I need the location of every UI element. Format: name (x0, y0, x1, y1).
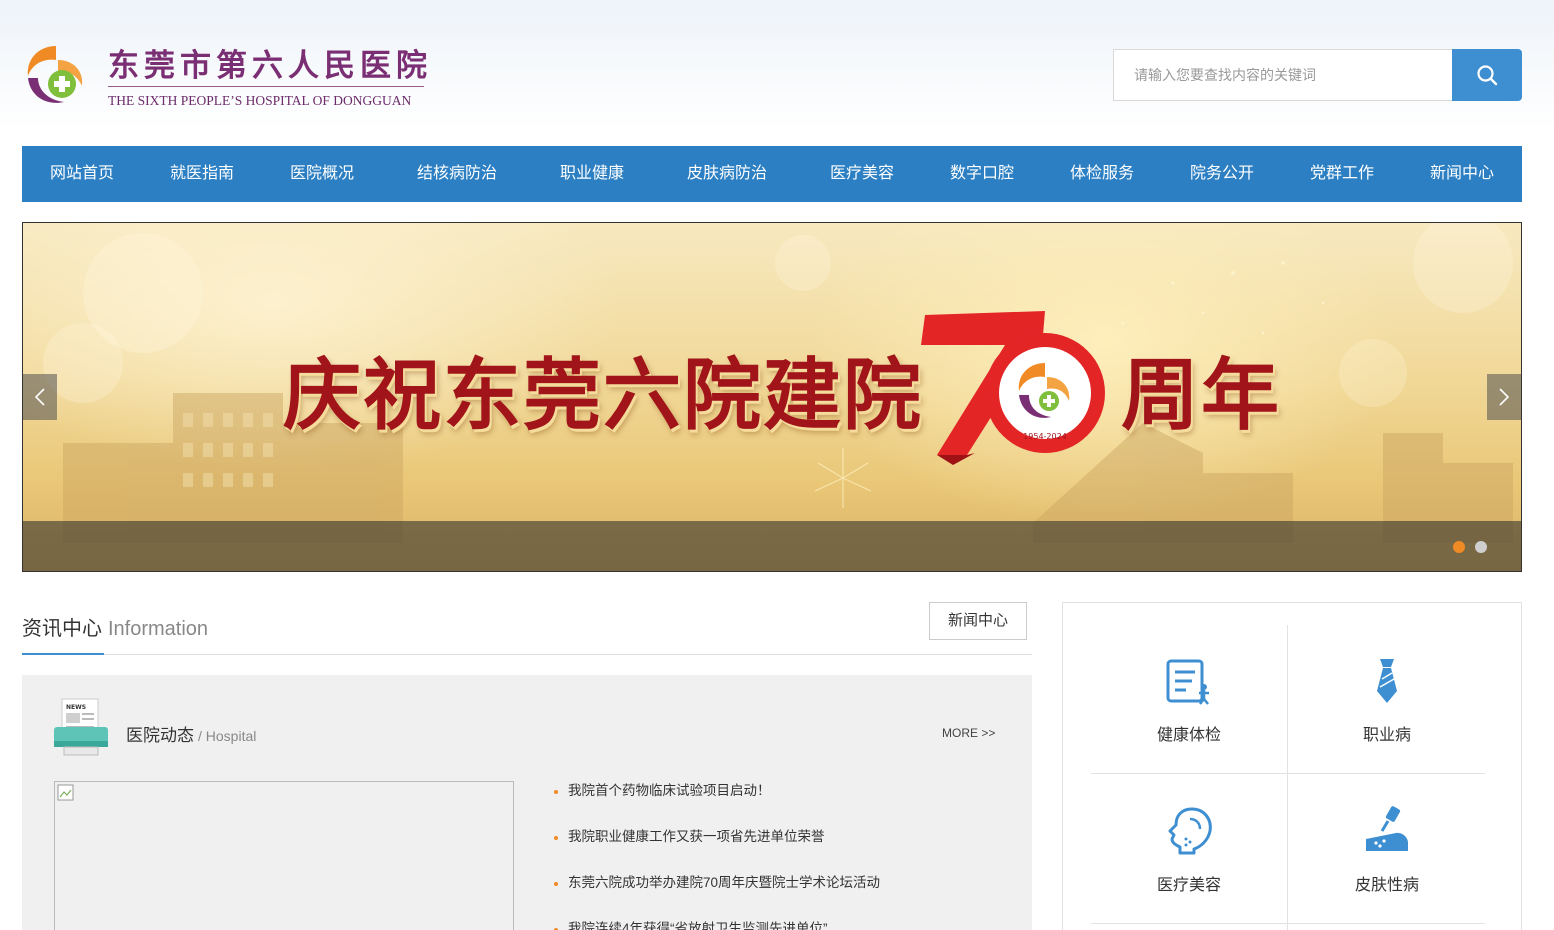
banner-headline: 庆祝东莞六院建院 (283, 351, 924, 441)
broken-image-icon (57, 784, 74, 801)
banner-headline-suffix: 周年 (1121, 351, 1282, 441)
news-more-link[interactable]: MORE >> (942, 726, 995, 740)
svg-text:NEWS: NEWS (66, 704, 86, 711)
necktie-icon (1377, 659, 1397, 703)
news-category-title: 医院动态 / Hospital (126, 721, 256, 746)
nav-item-dermatology[interactable]: 皮肤病防治 (652, 146, 802, 202)
service-label: 职业病 (1362, 727, 1411, 744)
nav-item-occupational-health[interactable]: 职业健康 (532, 146, 652, 202)
nav-item-tuberculosis[interactable]: 结核病防治 (382, 146, 532, 202)
section-title-cn: 资讯中心 (22, 618, 102, 640)
logo-title-cn: 东莞市第六人民医院 (108, 48, 432, 84)
banner-carousel[interactable]: 庆祝东莞六院建院 1954-2024 周年 (22, 222, 1522, 572)
service-label: 健康体检 (1156, 727, 1221, 744)
emblem-years: 1954-2024 (1023, 432, 1067, 441)
carousel-prev-button[interactable] (23, 374, 57, 420)
nav-item-home[interactable]: 网站首页 (22, 146, 142, 202)
news-list-item[interactable]: 我院职业健康工作又获一项省先进单位荣誉 (554, 827, 1014, 873)
carousel-pagination (1453, 541, 1487, 553)
news-list-item[interactable]: 我院首个药物临床试验项目启动！ (554, 781, 1014, 827)
banner-caption-bar (23, 521, 1521, 571)
nav-item-guide[interactable]: 就医指南 (142, 146, 262, 202)
grid-divider-horizontal (1091, 923, 1485, 924)
logo-mark-icon (27, 46, 83, 103)
hospital-news-panel: NEWS 医院动态 / Hospital MORE >> 我院首个药物临床试验项目… (22, 675, 1032, 930)
section-title: 资讯中心 Information (22, 612, 208, 641)
logo-title-en: THE SIXTH PEOPLE’S HOSPITAL OF DONGGUAN (108, 93, 412, 108)
carousel-next-button[interactable] (1487, 374, 1521, 420)
grid-divider-vertical (1287, 625, 1288, 930)
chevron-left-icon (34, 388, 45, 406)
logo-divider (108, 86, 424, 87)
nav-item-checkup[interactable]: 体检服务 (1042, 146, 1162, 202)
carousel-dot-1[interactable] (1453, 541, 1465, 553)
face-profile-icon (1168, 807, 1212, 855)
information-header: 资讯中心 Information 新闻中心 (22, 600, 1032, 655)
nav-item-party[interactable]: 党群工作 (1282, 146, 1402, 202)
nav-item-news[interactable]: 新闻中心 (1402, 146, 1522, 202)
nav-item-cosmetic[interactable]: 医疗美容 (802, 146, 922, 202)
news-category-cn: 医院动态 (126, 726, 194, 745)
anniversary-70-emblem: 1954-2024 (921, 311, 1105, 465)
skin-care-icon (1366, 806, 1408, 851)
search-button[interactable] (1452, 49, 1522, 101)
search-input[interactable] (1113, 49, 1452, 101)
newspaper-icon: NEWS (54, 698, 108, 756)
news-thumbnail-image[interactable] (54, 781, 514, 930)
services-grid: 健康体检 职业病 医疗美容 皮肤性病 (1062, 602, 1522, 930)
news-list-item[interactable]: 东莞六院成功举办建院70周年庆暨院士学术论坛活动 (554, 873, 1014, 919)
checklist-icon (1166, 659, 1209, 705)
carousel-dot-2[interactable] (1475, 541, 1487, 553)
section-title-underline (22, 653, 104, 655)
service-dermatology-std[interactable]: 皮肤性病 (1289, 753, 1485, 894)
news-list: 我院首个药物临床试验项目启动！ 我院职业健康工作又获一项省先进单位荣誉 东莞六院… (554, 781, 1014, 930)
nav-item-affairs[interactable]: 院务公开 (1162, 146, 1282, 202)
service-label: 医疗美容 (1156, 877, 1221, 894)
site-header: 东莞市第六人民医院 THE SIXTH PEOPLE’S HOSPITAL OF… (0, 0, 1554, 146)
news-center-button[interactable]: 新闻中心 (929, 602, 1027, 640)
hospital-logo[interactable]: 东莞市第六人民医院 THE SIXTH PEOPLE’S HOSPITAL OF… (22, 40, 432, 110)
nav-item-overview[interactable]: 医院概况 (262, 146, 382, 202)
service-cosmetic-medicine[interactable]: 医疗美容 (1091, 753, 1287, 894)
chevron-right-icon (1499, 388, 1510, 406)
information-section: 资讯中心 Information 新闻中心 NEWS 医院动态 / Hospital… (22, 600, 1032, 930)
search-icon (1477, 65, 1498, 86)
service-health-checkup[interactable]: 健康体检 (1091, 603, 1287, 744)
news-list-item[interactable]: 我院连续4年获得“省放射卫生监测先进单位” (554, 919, 1014, 930)
service-occupational-disease[interactable]: 职业病 (1289, 603, 1485, 744)
section-title-en: Information (108, 618, 209, 640)
search-bar (1113, 49, 1522, 101)
service-label: 皮肤性病 (1354, 877, 1419, 894)
nav-item-dental[interactable]: 数字口腔 (922, 146, 1042, 202)
main-navigation: 网站首页 就医指南 医院概况 结核病防治 职业健康 皮肤病防治 医疗美容 数字口… (22, 146, 1522, 202)
news-category-en: / Hospital (198, 728, 257, 744)
